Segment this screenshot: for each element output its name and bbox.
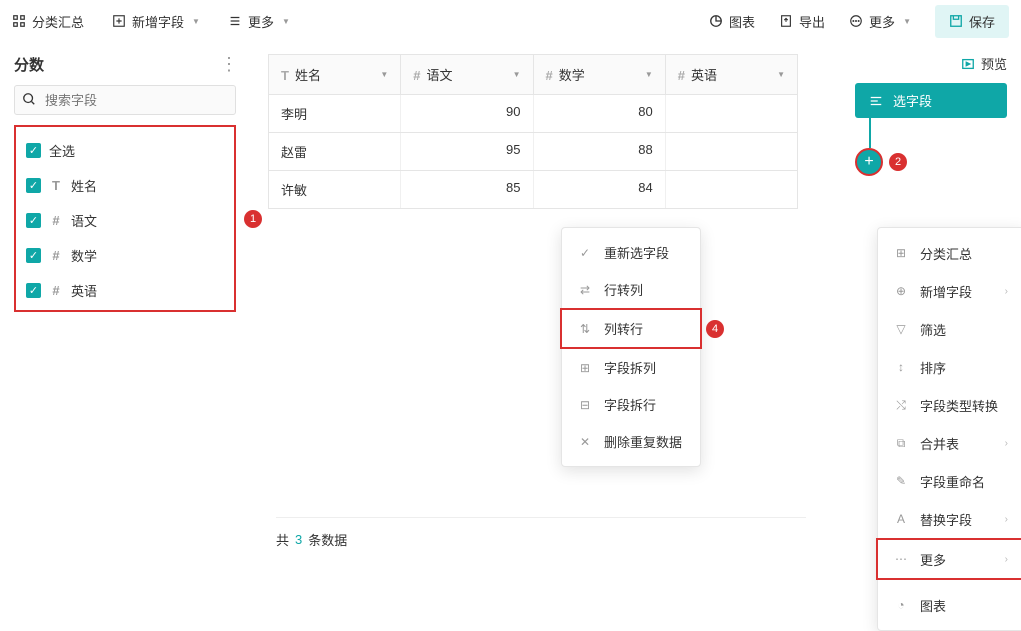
field-item-english[interactable]: ✓#英语 <box>22 273 228 308</box>
footer-count: 共 3 条数据 <box>276 517 806 549</box>
menu-replace-field[interactable]: A替换字段› <box>878 500 1021 538</box>
menu-chart[interactable]: ◔图表 <box>878 586 1021 624</box>
menu-col-to-row[interactable]: ⇅列转行 4 <box>560 308 702 349</box>
col-header-math[interactable]: #数学▼ <box>534 55 666 94</box>
field-item-chinese[interactable]: ✓#语文 <box>22 203 228 238</box>
menu-more[interactable]: ⋯更多› 3 <box>876 538 1021 580</box>
add-step-menu: ⊞分类汇总 ⊕新增字段› ▽筛选 ↕排序 ⤭字段类型转换 ⧉合并表› ✎字段重命… <box>877 227 1021 631</box>
col-header-chinese[interactable]: #语文▼ <box>401 55 533 94</box>
annotation-badge-4: 4 <box>706 320 724 338</box>
menu-rename-field[interactable]: ✎字段重命名 <box>878 462 1021 500</box>
col-header-name[interactable]: T姓名▼ <box>269 55 401 94</box>
save-button[interactable]: 保存 <box>935 5 1009 38</box>
data-table: T姓名▼ #语文▼ #数学▼ #英语▼ 李明9080 赵雷9588 许敏8584 <box>268 54 798 209</box>
menu-group-summary[interactable]: ⊞分类汇总 <box>878 234 1021 272</box>
step-select-fields[interactable]: 选字段 <box>855 83 1007 118</box>
annotation-badge-2: 2 <box>889 153 907 171</box>
field-item-math[interactable]: ✓#数学 <box>22 238 228 273</box>
col-header-english[interactable]: #英语▼ <box>666 55 797 94</box>
submenu-more: ✓重新选字段 ⇄行转列 ⇅列转行 4 ⊞字段拆列 ⊟字段拆行 ✕删除重复数据 <box>561 227 701 467</box>
search-icon <box>22 92 36 109</box>
sidebar-title: 分数 <box>14 54 44 75</box>
menu-split-row[interactable]: ⊟字段拆行 <box>562 386 700 423</box>
field-select-all[interactable]: ✓全选 <box>22 133 228 168</box>
search-input[interactable] <box>14 85 236 115</box>
menu-split-col[interactable]: ⊞字段拆列 <box>562 349 700 386</box>
preview-link[interactable]: 预览 <box>855 54 1007 73</box>
menu-filter[interactable]: ▽筛选 <box>878 310 1021 348</box>
field-item-name[interactable]: ✓T姓名 <box>22 168 228 203</box>
table-row: 许敏8584 <box>269 170 797 208</box>
menu-sort[interactable]: ↕排序 <box>878 348 1021 386</box>
table-row: 李明9080 <box>269 94 797 132</box>
menu-reselect-fields[interactable]: ✓重新选字段 <box>562 234 700 271</box>
menu-new-field[interactable]: ⊕新增字段› <box>878 272 1021 310</box>
menu-merge-table[interactable]: ⧉合并表› <box>878 424 1021 462</box>
menu-dedupe[interactable]: ✕删除重复数据 <box>562 423 700 460</box>
menu-type-convert[interactable]: ⤭字段类型转换 <box>878 386 1021 424</box>
table-row: 赵雷9588 <box>269 132 797 170</box>
toolbar-export: 导出 <box>779 12 825 31</box>
menu-row-to-col[interactable]: ⇄行转列 <box>562 271 700 308</box>
toolbar-new-field[interactable]: 新增字段▼ <box>112 12 200 31</box>
toolbar-chart[interactable]: 图表 <box>709 12 755 31</box>
toolbar-group-summary[interactable]: 分类汇总 <box>12 12 84 31</box>
toolbar-more-right[interactable]: 更多▼ <box>849 12 911 31</box>
sidebar-more-icon[interactable]: ⋮ <box>220 54 236 75</box>
add-step-button[interactable]: + <box>855 148 883 176</box>
toolbar-more-left[interactable]: 更多▼ <box>228 12 290 31</box>
